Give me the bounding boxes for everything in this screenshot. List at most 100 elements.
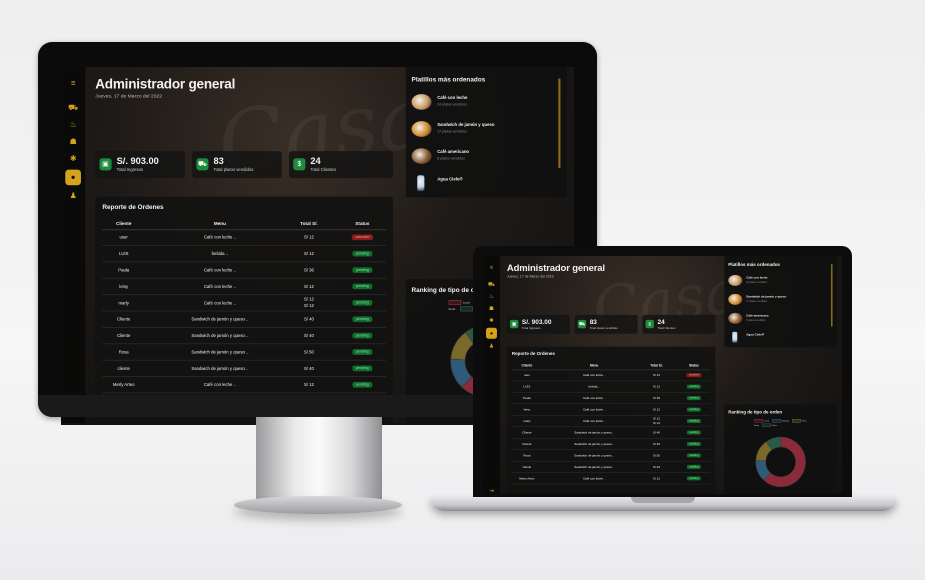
dish-item[interactable]: Café con leche 24 platos vendidos bbox=[728, 274, 828, 289]
admin-dashboard: Casa ≡ ⛟ ♨ ☗ ✱ ● ♟ ⇥ Administrador gener… bbox=[483, 256, 842, 494]
menu-icon[interactable]: ≡ bbox=[487, 263, 496, 272]
table-row[interactable]: Rosa Sandwich de jamón y queso .. S/ 50 pen… bbox=[511, 451, 711, 462]
cart-icon: ⛟ bbox=[196, 158, 209, 171]
cell-status: pending bbox=[679, 394, 709, 404]
table-row[interactable]: Merly Arteo Café con leche .. S/ 12 pending bbox=[511, 474, 711, 485]
table-row[interactable]: Merly Arteo Café con leche .. S/ 12 pending bbox=[102, 378, 386, 394]
dish-image bbox=[411, 121, 432, 137]
stat-value: 83 bbox=[589, 317, 597, 326]
legend-label: Local bbox=[764, 419, 769, 422]
table-row[interactable]: marly Café con leche .. S/ 12 S/ 12 pending bbox=[102, 296, 386, 312]
report-title: Reporte de Ordenes bbox=[102, 203, 164, 211]
cell-cliente: Rosa bbox=[118, 350, 129, 355]
table-row[interactable]: leiny Café con leche .. S/ 12 pending bbox=[102, 280, 386, 295]
cell-status: pending bbox=[679, 439, 709, 449]
legend-item[interactable]: Delivery bbox=[771, 419, 792, 423]
col-status: Status bbox=[688, 364, 699, 368]
dish-item[interactable]: Sandwich de jamón y queso 17 platos vendi… bbox=[411, 120, 555, 141]
dollar-icon: $ bbox=[645, 319, 655, 329]
cell-menu: Sandwich de jamón y queso .. bbox=[191, 317, 249, 323]
dish-item[interactable]: Agua Cielo® bbox=[412, 174, 555, 195]
table-row[interactable]: Cliente Sandwich de jamón y queso .. S/ 40… bbox=[102, 313, 386, 328]
cell-total: S/ 12 bbox=[653, 385, 661, 389]
dish-count: 8 platos vendidos bbox=[437, 156, 465, 162]
status-badge: pending bbox=[352, 382, 373, 388]
dashboard-icon[interactable]: ● bbox=[485, 327, 497, 339]
dish-item[interactable]: Sandwich de jamón y queso 17 platos vendi… bbox=[728, 293, 828, 308]
person-icon[interactable]: ♟ bbox=[487, 342, 496, 351]
cell-status: pending bbox=[341, 378, 384, 392]
food-icon[interactable]: ♨ bbox=[67, 118, 80, 131]
menu-icon[interactable]: ≡ bbox=[67, 77, 80, 90]
page-date: Jueves, 17 de Marzo del 2022 bbox=[506, 274, 554, 279]
cell-total: S/ 40 bbox=[303, 317, 314, 323]
cell-menu: Sandwich de jamón y queso .. bbox=[574, 442, 615, 446]
dashboard-icon[interactable]: ● bbox=[65, 169, 81, 186]
cell-cliente: LUIS bbox=[118, 252, 129, 257]
table-row[interactable]: LUIS bebida .. S/ 12 pending bbox=[102, 247, 386, 263]
status-badge: pending bbox=[352, 300, 373, 306]
status-badge: pending bbox=[686, 453, 701, 458]
cell-total: S/ 12 S/ 12 bbox=[653, 417, 661, 426]
settings-icon[interactable]: ✱ bbox=[67, 153, 80, 166]
status-badge: pending bbox=[686, 442, 701, 447]
table-row[interactable]: cliente Sandwich de jamón y queso .. S/ 40… bbox=[102, 362, 386, 377]
dish-count: 17 platos vendidos bbox=[746, 299, 768, 303]
cell-status: canceled bbox=[679, 371, 709, 381]
person-icon[interactable]: ♟ bbox=[67, 190, 80, 203]
table-row[interactable]: user Café con leche .. S/ 12 canceled bbox=[511, 371, 711, 382]
table-row[interactable]: marly Café con leche .. S/ 12 S/ 12 pending bbox=[511, 417, 711, 428]
stat-card-clients: $ 24 Total Clientes bbox=[289, 151, 394, 179]
table-row[interactable]: Rosa Sandwich de jamón y queso .. S/ 50 pen… bbox=[102, 346, 386, 361]
col-total: Total S/. bbox=[650, 364, 663, 368]
legend-item[interactable]: Otros bbox=[761, 423, 780, 428]
table-row[interactable]: cliente Sandwich de jamón y queso .. S/ 40… bbox=[511, 462, 711, 473]
cell-menu: Café con leche .. bbox=[582, 477, 606, 481]
user-icon[interactable]: ☗ bbox=[487, 304, 496, 313]
status-badge: pending bbox=[686, 476, 701, 481]
table-row[interactable]: Paula Café con leche .. S/ 36 pending bbox=[511, 394, 711, 405]
cell-status: pending bbox=[341, 313, 384, 327]
logout-icon[interactable]: ⇥ bbox=[487, 486, 496, 494]
cart-icon[interactable]: ⛟ bbox=[487, 280, 496, 289]
cell-status: canceled bbox=[341, 231, 384, 245]
cell-menu: Sandwich de jamón y queso .. bbox=[574, 465, 615, 469]
table-row[interactable]: Cliente Sandwich de jamón y queso .. S/ 40… bbox=[511, 428, 711, 439]
settings-icon[interactable]: ✱ bbox=[487, 316, 496, 325]
cell-cliente: user bbox=[119, 235, 128, 241]
table-row[interactable]: leiny Café con leche .. S/ 12 pending bbox=[511, 405, 711, 416]
cell-menu: Café con leche .. bbox=[582, 397, 606, 401]
cell-total: S/ 40 bbox=[303, 334, 314, 339]
legend-item[interactable]: Local bbox=[448, 299, 474, 305]
user-icon[interactable]: ☗ bbox=[67, 135, 80, 148]
dish-item[interactable]: Café americano 8 platos vendidos bbox=[728, 312, 828, 327]
dishes-title: Platillos más ordenados bbox=[411, 75, 486, 83]
cell-menu: Café con leche .. bbox=[582, 408, 606, 412]
stat-card-clients: $ 24 Total Clientes bbox=[642, 314, 716, 334]
bag-icon: ▣ bbox=[509, 319, 519, 329]
food-icon[interactable]: ♨ bbox=[487, 292, 496, 301]
status-badge: pending bbox=[686, 430, 701, 435]
table-row[interactable]: user Café con leche .. S/ 12 canceled bbox=[102, 231, 386, 246]
legend-item[interactable]: Local bbox=[754, 419, 772, 423]
status-badge: pending bbox=[686, 419, 701, 424]
cell-menu: Café con leche .. bbox=[203, 383, 236, 388]
dish-item[interactable]: Café americano 8 platos vendidos bbox=[411, 147, 555, 168]
table-row[interactable]: Paula Café con leche .. S/ 36 pending bbox=[102, 264, 386, 279]
table-row[interactable]: Cliente Sandwich de jamón y queso .. S/ 40… bbox=[102, 329, 386, 345]
dishes-scrollbar[interactable] bbox=[558, 78, 561, 169]
cell-status: pending bbox=[341, 247, 384, 261]
table-row[interactable]: LUIS bebida .. S/ 12 pending bbox=[511, 382, 711, 393]
cart-icon[interactable]: ⛟ bbox=[67, 101, 80, 114]
dish-item[interactable]: Agua Cielo® bbox=[728, 331, 828, 346]
dish-image bbox=[417, 175, 425, 191]
cell-status: pending bbox=[341, 346, 384, 360]
dish-item[interactable]: Café con leche 24 platos vendidos bbox=[411, 93, 555, 114]
table-header: Cliente Menu Total S/. Status bbox=[102, 219, 386, 231]
dishes-scrollbar[interactable] bbox=[831, 263, 833, 327]
page-date: Jueves, 17 de Marzo del 2022 bbox=[95, 94, 163, 100]
status-badge: pending bbox=[352, 251, 373, 257]
stat-value: S/. 903.00 bbox=[521, 317, 552, 326]
cell-status: pending bbox=[679, 451, 709, 461]
table-row[interactable]: Cliente Sandwich de jamón y queso .. S/ 40… bbox=[511, 439, 711, 450]
